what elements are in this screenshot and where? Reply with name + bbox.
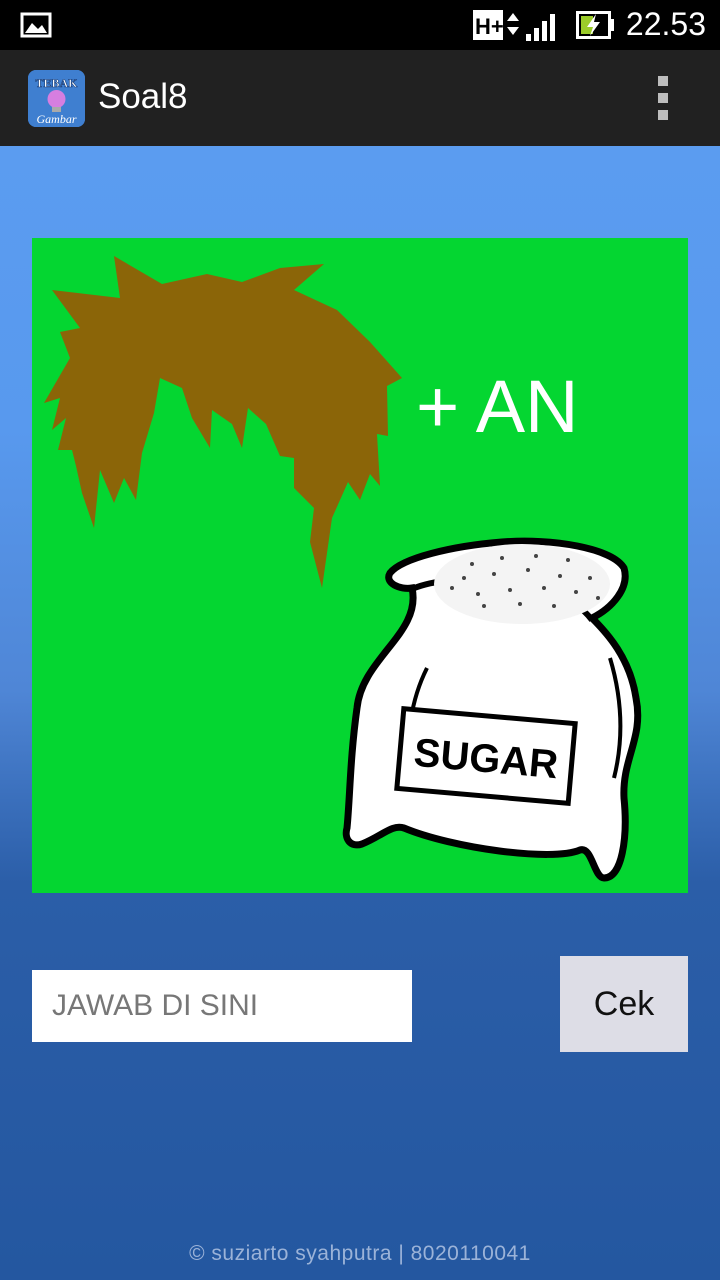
hair-drawing xyxy=(44,256,402,588)
signal-icon xyxy=(526,14,555,41)
network-type-icon: H+ xyxy=(473,10,519,40)
page-title: Soal8 xyxy=(98,77,188,116)
puzzle-image: + AN SUGAR xyxy=(32,238,688,893)
svg-text:H+: H+ xyxy=(475,14,504,39)
hint-text: + AN xyxy=(416,365,579,448)
svg-text:Gambar: Gambar xyxy=(36,112,76,126)
image-notification-icon xyxy=(20,12,52,38)
check-button[interactable]: Cek xyxy=(560,956,688,1052)
sugar-sack-drawing: SUGAR xyxy=(342,537,642,882)
answer-input[interactable] xyxy=(32,970,412,1042)
action-bar: TEBAK Gambar Soal8 xyxy=(0,50,720,146)
status-time: 22.53 xyxy=(625,6,706,42)
svg-text:TEBAK: TEBAK xyxy=(35,76,78,90)
main-content: + AN SUGAR Cek xyxy=(0,146,720,1280)
battery-charging-icon xyxy=(576,11,614,39)
overflow-menu-icon[interactable] xyxy=(652,76,676,122)
status-bar: H+ 22.53 xyxy=(0,0,720,50)
app-logo[interactable]: TEBAK Gambar xyxy=(28,70,85,127)
footer-credit: © suziarto syahputra | 8020110041 xyxy=(189,1242,531,1265)
